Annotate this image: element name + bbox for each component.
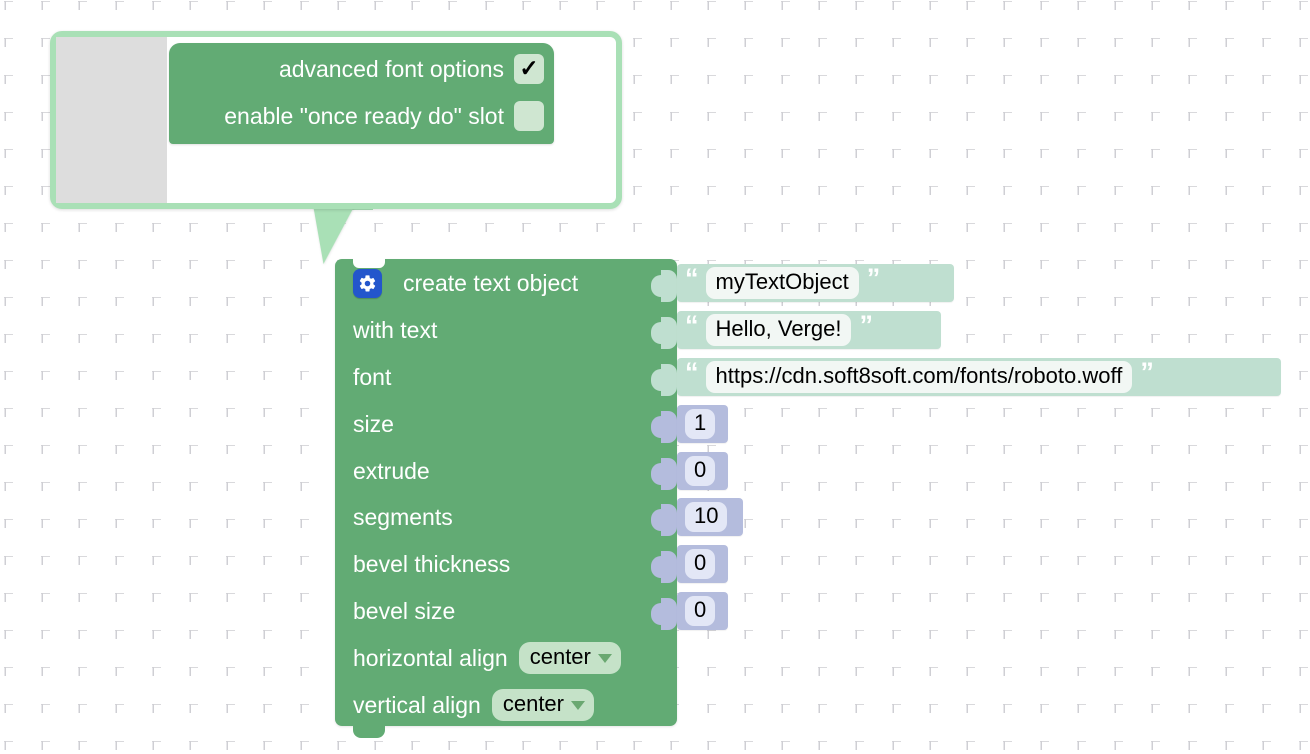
mutator-option-label: advanced font options: [278, 55, 504, 82]
bevel-size-value[interactable]: 0: [677, 592, 728, 630]
chevron-down-icon: [571, 700, 585, 710]
vertical-align-dropdown[interactable]: center: [491, 689, 594, 721]
with-text-value[interactable]: “ Hello, Verge! ”: [677, 311, 941, 349]
chevron-down-icon: [597, 653, 612, 663]
font-url-value[interactable]: “ https://cdn.soft8soft.com/fonts/roboto…: [677, 358, 1281, 396]
quote-close-icon: ”: [1140, 356, 1153, 387]
row-label: size: [353, 410, 394, 437]
quote-close-icon: ”: [866, 262, 880, 293]
dropdown-value: center: [529, 644, 591, 670]
number-field[interactable]: 1: [685, 409, 716, 439]
bevel-thickness-value[interactable]: 0: [677, 545, 728, 583]
input-notch-font: [651, 364, 677, 396]
once-ready-do-slot-checkbox[interactable]: [514, 101, 544, 131]
row-font: font: [353, 362, 391, 392]
input-notch-bevel-size: [651, 598, 677, 630]
row-with-text: with text: [353, 315, 437, 345]
number-field[interactable]: 0: [685, 549, 716, 579]
row-bevel-thickness: bevel thickness: [353, 549, 510, 579]
gear-icon[interactable]: [353, 268, 382, 298]
row-extrude: extrude: [353, 456, 430, 486]
mutator-bubble[interactable]: advanced font options ✓ enable "once rea…: [50, 31, 622, 209]
checkmark-icon: ✓: [519, 54, 539, 81]
create-text-object-block[interactable]: create text object with text font size e…: [335, 258, 677, 738]
segments-value[interactable]: 10: [677, 498, 743, 536]
row-vertical-align: vertical align center: [353, 689, 594, 721]
row-label: bevel size: [353, 597, 456, 624]
row-label: with text: [353, 316, 438, 343]
block-title: create text object: [403, 269, 579, 296]
quote-open-icon: “: [685, 309, 698, 340]
input-notch-segments: [651, 504, 677, 536]
mutator-option-label: enable "once ready do" slot: [224, 102, 504, 129]
input-notch-name: [651, 270, 677, 302]
row-segments: segments: [353, 502, 453, 532]
input-notch-size: [651, 411, 677, 443]
string-field[interactable]: https://cdn.soft8soft.com/fonts/roboto.w…: [705, 361, 1133, 393]
row-label: horizontal align: [353, 644, 508, 671]
text-object-name-value[interactable]: “ myTextObject ”: [677, 264, 954, 302]
row-label: segments: [353, 503, 453, 530]
extrude-value[interactable]: 0: [677, 452, 728, 490]
quote-open-icon: “: [685, 356, 698, 387]
block-title-row: create text object: [353, 268, 578, 298]
size-value[interactable]: 1: [677, 405, 728, 443]
next-connection-tab: [353, 725, 385, 738]
row-label: bevel thickness: [353, 550, 511, 577]
string-field[interactable]: Hello, Verge!: [705, 314, 852, 346]
input-notch-with-text: [651, 317, 677, 349]
number-field[interactable]: 0: [685, 596, 716, 626]
number-field[interactable]: 0: [685, 456, 716, 486]
horizontal-align-dropdown[interactable]: center: [518, 642, 621, 674]
string-field[interactable]: myTextObject: [705, 267, 859, 299]
dropdown-value: center: [502, 691, 564, 717]
mutator-option-once-ready-do-slot[interactable]: enable "once ready do" slot: [224, 101, 544, 131]
input-notch-bevel-thickness: [651, 551, 677, 583]
input-notch-extrude: [651, 458, 677, 490]
mutator-bubble-tail: [312, 202, 368, 264]
row-label: extrude: [353, 457, 430, 484]
row-label: font: [353, 363, 392, 390]
number-field[interactable]: 10: [685, 502, 728, 532]
mutator-option-advanced-font-options[interactable]: advanced font options ✓: [279, 54, 544, 84]
mutator-palette-area[interactable]: [56, 37, 167, 203]
quote-open-icon: “: [685, 262, 698, 293]
row-size: size: [353, 409, 394, 439]
previous-connection-notch: [353, 258, 385, 268]
mutator-block[interactable]: advanced font options ✓ enable "once rea…: [169, 43, 554, 144]
row-label: vertical align: [353, 691, 481, 718]
row-bevel-size: bevel size: [353, 596, 455, 626]
advanced-font-options-checkbox[interactable]: ✓: [514, 54, 544, 84]
quote-close-icon: ”: [859, 309, 872, 340]
row-horizontal-align: horizontal align center: [353, 642, 621, 674]
blockly-workspace[interactable]: advanced font options ✓ enable "once rea…: [0, 0, 1310, 754]
